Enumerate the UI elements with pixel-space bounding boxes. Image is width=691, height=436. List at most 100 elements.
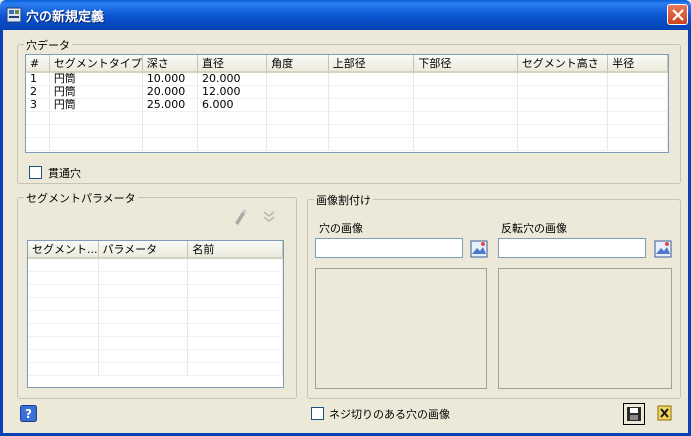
- table-cell[interactable]: [413, 72, 518, 86]
- table-row[interactable]: [26, 137, 668, 151]
- table-row[interactable]: 3 円筒 25.000 6.000: [26, 98, 668, 112]
- table-cell[interactable]: [28, 323, 99, 337]
- hole-data-column-header[interactable]: #: [26, 55, 50, 73]
- segment-params-column-header[interactable]: 名前: [187, 241, 283, 259]
- table-cell[interactable]: [607, 124, 668, 138]
- table-row[interactable]: [28, 310, 283, 324]
- table-cell[interactable]: [98, 349, 189, 363]
- table-cell[interactable]: [517, 98, 609, 112]
- table-cell[interactable]: [517, 124, 609, 138]
- table-cell[interactable]: [98, 271, 189, 285]
- table-cell[interactable]: [142, 124, 198, 138]
- table-cell[interactable]: [98, 323, 189, 337]
- table-cell[interactable]: [266, 111, 329, 125]
- table-cell[interactable]: 12.000: [197, 85, 268, 99]
- table-cell[interactable]: 円筒: [49, 85, 143, 99]
- hole-data-column-header[interactable]: 深さ: [142, 55, 198, 73]
- table-cell[interactable]: [413, 137, 518, 151]
- table-cell[interactable]: [28, 297, 99, 311]
- table-cell[interactable]: [26, 137, 50, 151]
- table-cell[interactable]: 2: [26, 85, 50, 99]
- table-cell[interactable]: [28, 310, 99, 324]
- table-cell[interactable]: [28, 271, 99, 285]
- table-cell[interactable]: [28, 349, 99, 363]
- table-row[interactable]: [26, 111, 668, 125]
- table-cell[interactable]: 円筒: [49, 98, 143, 112]
- save-button[interactable]: [623, 403, 645, 425]
- table-cell[interactable]: [98, 336, 189, 350]
- table-row[interactable]: 1 円筒 10.000 20.000: [26, 72, 668, 86]
- table-cell[interactable]: [28, 362, 99, 376]
- table-cell[interactable]: [28, 258, 99, 272]
- table-cell[interactable]: [49, 124, 143, 138]
- table-cell[interactable]: 円筒: [49, 72, 143, 86]
- table-cell[interactable]: [98, 297, 189, 311]
- table-cell[interactable]: [187, 310, 283, 324]
- table-cell[interactable]: 6.000: [197, 98, 268, 112]
- table-cell[interactable]: [98, 258, 189, 272]
- hole-data-column-header[interactable]: セグメントタイプ: [49, 55, 143, 73]
- table-cell[interactable]: [187, 258, 283, 272]
- table-cell[interactable]: 10.000: [142, 72, 198, 86]
- table-cell[interactable]: [607, 111, 668, 125]
- table-cell[interactable]: [28, 336, 99, 350]
- cancel-button[interactable]: [655, 403, 677, 425]
- table-cell[interactable]: 1: [26, 72, 50, 86]
- segment-params-grid[interactable]: セグメント... パラメータ 名前: [27, 240, 284, 388]
- table-cell[interactable]: [49, 137, 143, 151]
- hole-data-grid[interactable]: # セグメントタイプ 深さ 直径 角度 上部径 下部径 セグメント高さ 半径 1 円筒 10.000…: [25, 54, 669, 153]
- table-cell[interactable]: [266, 137, 329, 151]
- close-button[interactable]: [667, 4, 688, 25]
- table-cell[interactable]: [266, 72, 329, 86]
- table-row[interactable]: [28, 271, 283, 285]
- reverse-image-input[interactable]: [498, 238, 646, 258]
- table-cell[interactable]: [413, 111, 518, 125]
- table-cell[interactable]: [328, 72, 415, 86]
- table-cell[interactable]: [197, 111, 268, 125]
- table-cell[interactable]: [187, 271, 283, 285]
- table-row[interactable]: [26, 124, 668, 138]
- table-cell[interactable]: [187, 349, 283, 363]
- table-cell[interactable]: [607, 85, 668, 99]
- table-cell[interactable]: [197, 124, 268, 138]
- table-cell[interactable]: [98, 310, 189, 324]
- table-cell[interactable]: [328, 124, 415, 138]
- hole-data-column-header[interactable]: 下部径: [413, 55, 518, 73]
- table-cell[interactable]: [517, 72, 609, 86]
- hole-data-column-header[interactable]: 直径: [197, 55, 268, 73]
- table-cell[interactable]: 3: [26, 98, 50, 112]
- hole-data-column-header[interactable]: 角度: [266, 55, 329, 73]
- table-cell[interactable]: [187, 284, 283, 298]
- table-cell[interactable]: [328, 137, 415, 151]
- table-cell[interactable]: [607, 137, 668, 151]
- delete-segment-icon[interactable]: [232, 208, 254, 230]
- table-row[interactable]: [28, 297, 283, 311]
- table-cell[interactable]: [98, 284, 189, 298]
- segment-params-column-header[interactable]: パラメータ: [98, 241, 189, 259]
- table-cell[interactable]: [187, 297, 283, 311]
- table-cell[interactable]: [28, 284, 99, 298]
- table-cell[interactable]: [266, 98, 329, 112]
- table-cell[interactable]: [26, 111, 50, 125]
- table-row[interactable]: 2 円筒 20.000 12.000: [26, 85, 668, 99]
- table-cell[interactable]: [328, 98, 415, 112]
- table-row[interactable]: [28, 258, 283, 272]
- table-row[interactable]: [28, 336, 283, 350]
- table-cell[interactable]: 20.000: [142, 85, 198, 99]
- threaded-image-checkbox[interactable]: [311, 407, 324, 420]
- table-cell[interactable]: [187, 336, 283, 350]
- table-cell[interactable]: [266, 85, 329, 99]
- hole-image-input[interactable]: [315, 238, 463, 258]
- table-row[interactable]: [28, 323, 283, 337]
- table-cell[interactable]: [607, 98, 668, 112]
- table-cell[interactable]: [197, 137, 268, 151]
- table-cell[interactable]: [328, 85, 415, 99]
- table-row[interactable]: [28, 362, 283, 376]
- move-down-icon[interactable]: [262, 210, 284, 232]
- segment-params-column-header[interactable]: セグメント...: [28, 241, 99, 259]
- hole-data-column-header[interactable]: 上部径: [328, 55, 415, 73]
- hole-image-browse-button[interactable]: [470, 240, 488, 258]
- table-cell[interactable]: [49, 111, 143, 125]
- table-cell[interactable]: [142, 111, 198, 125]
- table-cell[interactable]: 20.000: [197, 72, 268, 86]
